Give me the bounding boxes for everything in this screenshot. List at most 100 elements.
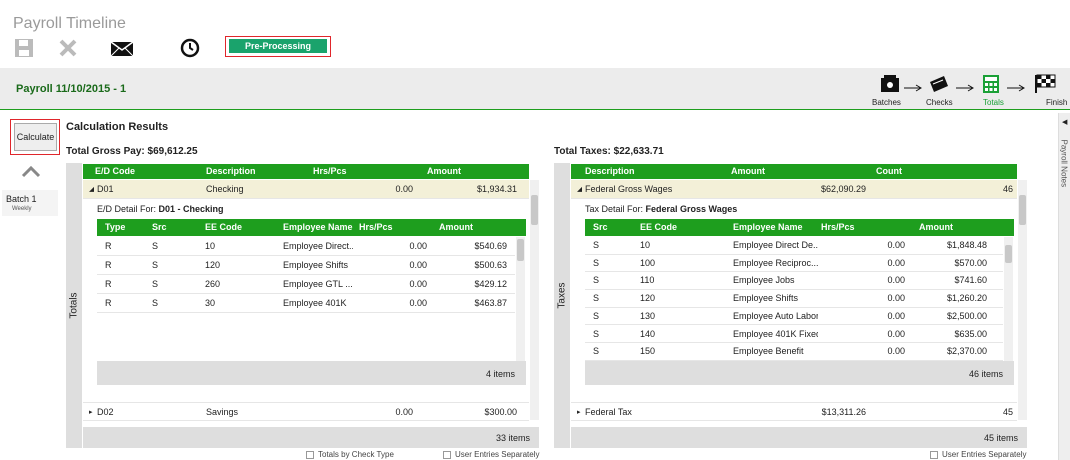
totals-vertical-label: Totals (68, 292, 80, 319)
tax-detail-scrollbar[interactable] (1004, 237, 1013, 361)
tax-description: Federal Gross Wages (585, 184, 673, 194)
tax-row-federal-gross[interactable]: ◢ Federal Gross Wages $62,090.29 46 (571, 180, 1017, 199)
ed-col-code[interactable]: E/D Code (95, 164, 135, 179)
detail-cell: 150 (640, 346, 656, 357)
detail-cell: $1,848.48 (946, 240, 987, 250)
detail-cell: S (593, 240, 600, 250)
totals-by-check-type-option[interactable]: Totals by Check Type (306, 450, 394, 459)
totals-step-icon[interactable] (982, 74, 1000, 96)
ed-amount: $1,934.31 (476, 184, 517, 194)
ed-scrollbar[interactable] (530, 180, 539, 420)
tax-detail-col-amount[interactable]: Amount (919, 219, 953, 236)
page-title: Payroll Timeline (13, 15, 126, 32)
detail-row[interactable]: R S 120 Employee Shifts 0.00 $500.63 (97, 256, 515, 275)
detail-row[interactable]: R S 30 Employee 401K 0.00 $463.87 (97, 294, 515, 313)
ed-amount: $300.00 (484, 407, 517, 417)
detail-cell: $2,370.00 (946, 346, 987, 357)
ed-col-amount[interactable]: Amount (427, 164, 461, 179)
ed-hrs: 0.00 (395, 184, 413, 194)
detail-cell: $500.63 (474, 260, 507, 270)
detail-row[interactable]: S 140 Employee 401K Fixed 0.00 $635.00 (585, 326, 1003, 344)
detail-cell: Employee Benefit (733, 346, 804, 357)
checkbox[interactable] (930, 450, 938, 459)
detail-name: Federal Gross Wages (645, 204, 738, 214)
tax-detail-col-src[interactable]: Src (593, 219, 608, 236)
cancel-icon[interactable] (58, 38, 78, 60)
tax-detail-header: Src EE Code Employee Name Hrs/Pcs Amount (585, 219, 1014, 236)
tax-col-amount[interactable]: Amount (731, 164, 765, 179)
tax-col-count[interactable]: Count (876, 164, 902, 179)
tax-count: 45 items (983, 433, 1018, 443)
checkbox[interactable] (443, 450, 451, 459)
detail-cell: R (105, 279, 112, 289)
detail-cell: S (152, 241, 159, 251)
detail-cell: 110 (640, 275, 655, 286)
taxes-vertical-label: Taxes (556, 282, 568, 309)
ed-code: D01 (97, 184, 114, 194)
detail-row[interactable]: R S 10 Employee Direct... 0.00 $540.69 (97, 237, 515, 256)
user-entries-right-option[interactable]: User Entries Separately (930, 450, 1026, 459)
detail-cell: S (593, 293, 600, 304)
envelope-icon[interactable] (110, 40, 134, 60)
expand-icon[interactable]: ▸ (577, 403, 581, 422)
detail-cell: 0.00 (409, 279, 427, 289)
ed-row-d02[interactable]: ▸ D02 Savings 0.00 $300.00 (83, 402, 529, 421)
detail-cell: R (105, 260, 112, 270)
clock-icon[interactable] (180, 38, 200, 60)
detail-col-type[interactable]: Type (105, 219, 125, 236)
save-icon[interactable] (14, 38, 34, 60)
detail-cell: $463.87 (474, 298, 507, 308)
detail-col-ee-code[interactable]: EE Code (205, 219, 242, 236)
tax-detail-col-employee[interactable]: Employee Name (733, 219, 803, 236)
option-label: User Entries Separately (942, 450, 1027, 459)
ed-detail-scrollbar[interactable] (516, 237, 525, 361)
expand-icon[interactable]: ▸ (89, 403, 93, 422)
step-label-finish: Finish (1046, 98, 1068, 107)
checkbox[interactable] (306, 450, 314, 459)
detail-cell: Employee 401K (283, 298, 347, 308)
detail-row[interactable]: S 150 Employee Benefit 0.00 $2,370.00 (585, 343, 1003, 361)
detail-row[interactable]: R S 260 Employee GTL ... 0.00 $429.12 (97, 275, 515, 294)
detail-row[interactable]: S 130 Employee Auto Labor 0.00 $2,500.00 (585, 308, 1003, 326)
detail-row[interactable]: S 120 Employee Shifts 0.00 $1,260.20 (585, 290, 1003, 308)
detail-cell: S (152, 260, 159, 270)
ed-col-description[interactable]: Description (206, 164, 256, 179)
chevron-up-icon[interactable] (21, 165, 41, 180)
batches-step-icon[interactable] (880, 74, 900, 96)
arrow-icon (956, 84, 974, 94)
collapse-left-icon[interactable]: ◀ (1062, 118, 1067, 126)
calculate-button[interactable]: Calculate (14, 123, 57, 151)
detail-row[interactable]: S 110 Employee Jobs 0.00 $741.60 (585, 272, 1003, 291)
batch-frequency: Weekly (12, 206, 32, 212)
tax-detail-col-hrs[interactable]: Hrs/Pcs (821, 219, 855, 236)
detail-cell: 0.00 (409, 260, 427, 270)
detail-cell: 0.00 (887, 346, 905, 357)
tax-row-federal-tax[interactable]: ▸ Federal Tax $13,311.26 45 (571, 402, 1017, 421)
detail-cell: 0.00 (887, 275, 905, 286)
detail-cell: $540.69 (474, 241, 507, 251)
finish-step-icon[interactable] (1034, 74, 1056, 96)
detail-col-amount[interactable]: Amount (439, 219, 473, 236)
detail-col-hrs[interactable]: Hrs/Pcs (359, 219, 393, 236)
expand-icon[interactable]: ◢ (577, 180, 582, 199)
arrow-icon (1007, 84, 1025, 94)
detail-row[interactable]: S 100 Employee Reciproc... 0.00 $570.00 (585, 255, 1003, 273)
expand-icon[interactable]: ◢ (89, 180, 94, 199)
detail-row[interactable]: S 10 Employee Direct De... 0.00 $1,848.48 (585, 237, 1003, 255)
user-entries-left-option[interactable]: User Entries Separately (443, 450, 539, 459)
ed-col-hrs[interactable]: Hrs/Pcs (313, 164, 347, 179)
detail-cell: Employee Jobs (733, 275, 795, 286)
total-taxes: Total Taxes: $22,633.71 (554, 146, 664, 157)
tax-scrollbar[interactable] (1018, 180, 1027, 420)
detail-col-employee[interactable]: Employee Name (283, 219, 353, 236)
detail-col-src[interactable]: Src (152, 219, 167, 236)
ed-row-d01[interactable]: ◢ D01 Checking 0.00 $1,934.31 (83, 180, 529, 199)
checks-step-icon[interactable] (928, 74, 950, 96)
ed-hrs: 0.00 (395, 407, 413, 417)
option-label: User Entries Separately (455, 450, 540, 459)
detail-cell: Employee 401K Fixed (733, 328, 818, 339)
tax-col-description[interactable]: Description (585, 164, 635, 179)
status-badge[interactable]: Pre-Processing (229, 39, 327, 53)
detail-cell: 0.00 (887, 310, 905, 321)
tax-detail-col-ee-code[interactable]: EE Code (640, 219, 677, 236)
